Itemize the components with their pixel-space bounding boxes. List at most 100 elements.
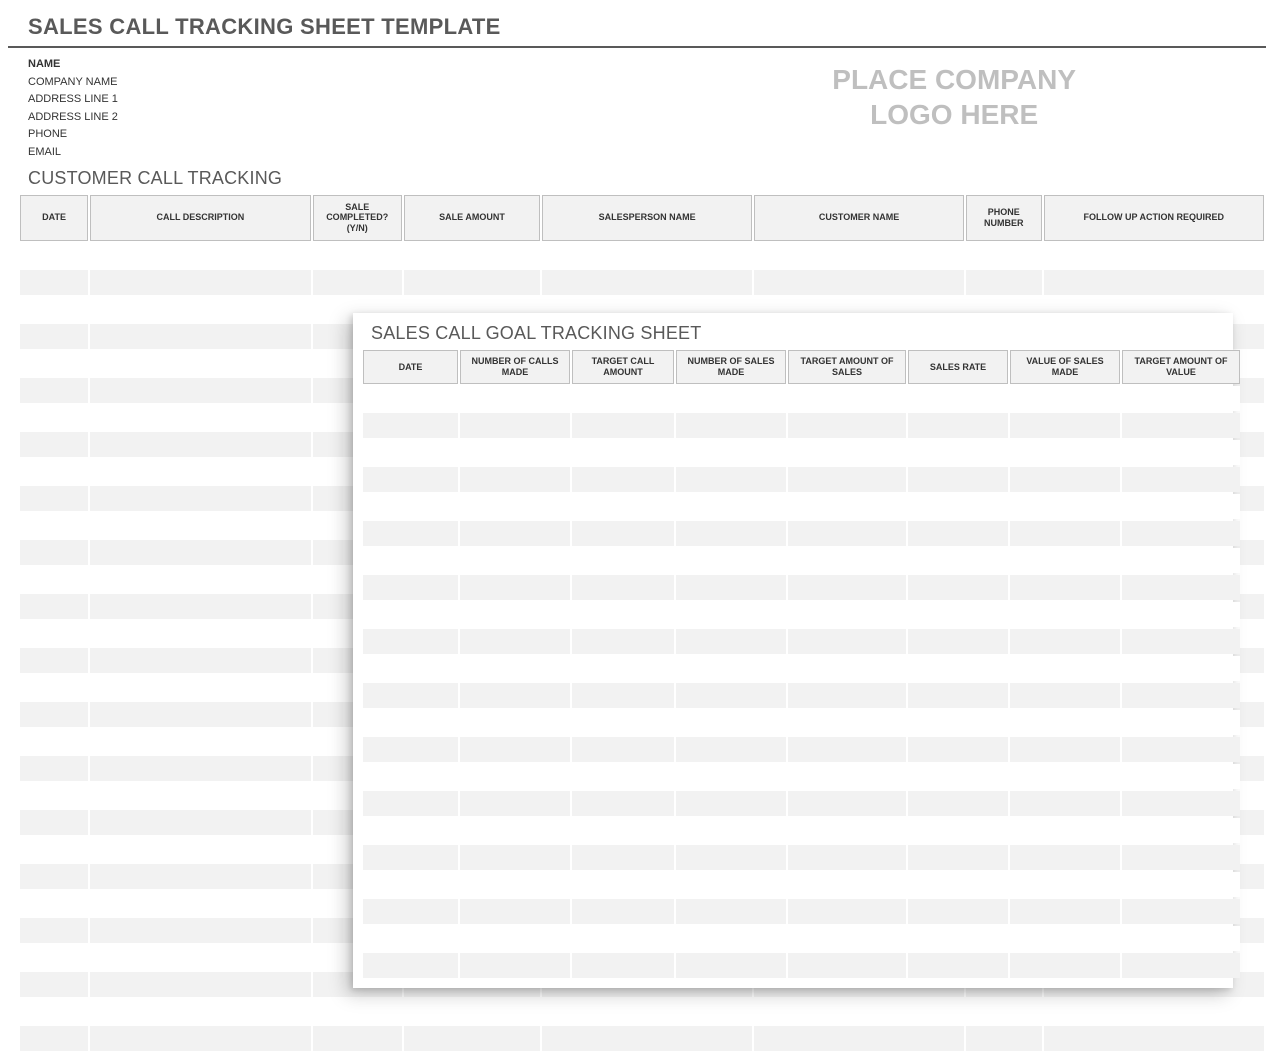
table-cell[interactable] <box>460 764 570 789</box>
table-cell[interactable] <box>908 656 1008 681</box>
table-cell[interactable] <box>572 710 674 735</box>
table-cell[interactable] <box>788 494 906 519</box>
table-cell[interactable] <box>90 891 310 916</box>
table-cell[interactable] <box>363 548 458 573</box>
table-cell[interactable] <box>363 764 458 789</box>
table-cell[interactable] <box>754 243 964 268</box>
table-cell[interactable] <box>90 918 310 943</box>
table-cell[interactable] <box>676 413 786 438</box>
table-cell[interactable] <box>788 926 906 951</box>
table-cell[interactable] <box>313 999 402 1024</box>
table-cell[interactable] <box>363 710 458 735</box>
table-cell[interactable] <box>908 629 1008 654</box>
table-cell[interactable] <box>363 872 458 897</box>
table-cell[interactable] <box>20 540 88 565</box>
table-cell[interactable] <box>90 675 310 700</box>
table-cell[interactable] <box>1044 999 1264 1024</box>
table-cell[interactable] <box>754 1026 964 1051</box>
table-cell[interactable] <box>572 440 674 465</box>
table-cell[interactable] <box>572 764 674 789</box>
table-cell[interactable] <box>788 710 906 735</box>
table-cell[interactable] <box>1122 683 1240 708</box>
table-cell[interactable] <box>460 521 570 546</box>
table-cell[interactable] <box>363 818 458 843</box>
table-cell[interactable] <box>1010 791 1120 816</box>
table-cell[interactable] <box>90 729 310 754</box>
table-cell[interactable] <box>460 386 570 411</box>
table-cell[interactable] <box>1010 467 1120 492</box>
table-cell[interactable] <box>90 351 310 376</box>
table-cell[interactable] <box>676 683 786 708</box>
table-cell[interactable] <box>908 683 1008 708</box>
table-cell[interactable] <box>460 494 570 519</box>
table-cell[interactable] <box>788 953 906 978</box>
table-cell[interactable] <box>363 413 458 438</box>
table-cell[interactable] <box>908 440 1008 465</box>
table-cell[interactable] <box>20 1026 88 1051</box>
table-cell[interactable] <box>572 602 674 627</box>
table-cell[interactable] <box>754 270 964 295</box>
table-cell[interactable] <box>676 953 786 978</box>
table-cell[interactable] <box>1122 467 1240 492</box>
table-cell[interactable] <box>572 872 674 897</box>
table-cell[interactable] <box>542 999 752 1024</box>
table-cell[interactable] <box>20 837 88 862</box>
table-cell[interactable] <box>363 899 458 924</box>
table-cell[interactable] <box>1010 656 1120 681</box>
table-cell[interactable] <box>788 818 906 843</box>
table-cell[interactable] <box>1010 845 1120 870</box>
table-cell[interactable] <box>572 953 674 978</box>
table-cell[interactable] <box>363 953 458 978</box>
table-cell[interactable] <box>20 810 88 835</box>
table-cell[interactable] <box>788 656 906 681</box>
table-cell[interactable] <box>20 324 88 349</box>
table-cell[interactable] <box>460 737 570 762</box>
table-cell[interactable] <box>460 926 570 951</box>
table-cell[interactable] <box>90 702 310 727</box>
table-cell[interactable] <box>1122 440 1240 465</box>
table-cell[interactable] <box>1122 602 1240 627</box>
table-cell[interactable] <box>460 575 570 600</box>
table-cell[interactable] <box>20 972 88 997</box>
table-cell[interactable] <box>1010 386 1120 411</box>
table-cell[interactable] <box>90 459 310 484</box>
table-cell[interactable] <box>572 791 674 816</box>
table-cell[interactable] <box>788 521 906 546</box>
table-cell[interactable] <box>20 999 88 1024</box>
table-cell[interactable] <box>20 351 88 376</box>
table-cell[interactable] <box>90 378 310 403</box>
table-cell[interactable] <box>676 575 786 600</box>
table-cell[interactable] <box>363 467 458 492</box>
table-cell[interactable] <box>1122 818 1240 843</box>
table-cell[interactable] <box>908 413 1008 438</box>
table-cell[interactable] <box>363 440 458 465</box>
table-cell[interactable] <box>572 737 674 762</box>
table-cell[interactable] <box>1010 737 1120 762</box>
table-cell[interactable] <box>20 405 88 430</box>
table-cell[interactable] <box>20 891 88 916</box>
table-cell[interactable] <box>788 467 906 492</box>
table-cell[interactable] <box>1010 710 1120 735</box>
table-cell[interactable] <box>908 899 1008 924</box>
table-cell[interactable] <box>20 513 88 538</box>
table-cell[interactable] <box>788 575 906 600</box>
table-cell[interactable] <box>20 756 88 781</box>
table-cell[interactable] <box>404 1026 540 1051</box>
table-cell[interactable] <box>363 602 458 627</box>
table-cell[interactable] <box>363 926 458 951</box>
table-cell[interactable] <box>460 548 570 573</box>
table-cell[interactable] <box>676 845 786 870</box>
table-cell[interactable] <box>676 386 786 411</box>
table-cell[interactable] <box>460 953 570 978</box>
table-cell[interactable] <box>90 324 310 349</box>
table-cell[interactable] <box>908 602 1008 627</box>
table-cell[interactable] <box>572 656 674 681</box>
table-cell[interactable] <box>908 575 1008 600</box>
table-cell[interactable] <box>908 386 1008 411</box>
table-cell[interactable] <box>20 864 88 889</box>
table-cell[interactable] <box>404 270 540 295</box>
table-cell[interactable] <box>20 270 88 295</box>
table-cell[interactable] <box>460 899 570 924</box>
table-cell[interactable] <box>676 494 786 519</box>
table-cell[interactable] <box>908 467 1008 492</box>
